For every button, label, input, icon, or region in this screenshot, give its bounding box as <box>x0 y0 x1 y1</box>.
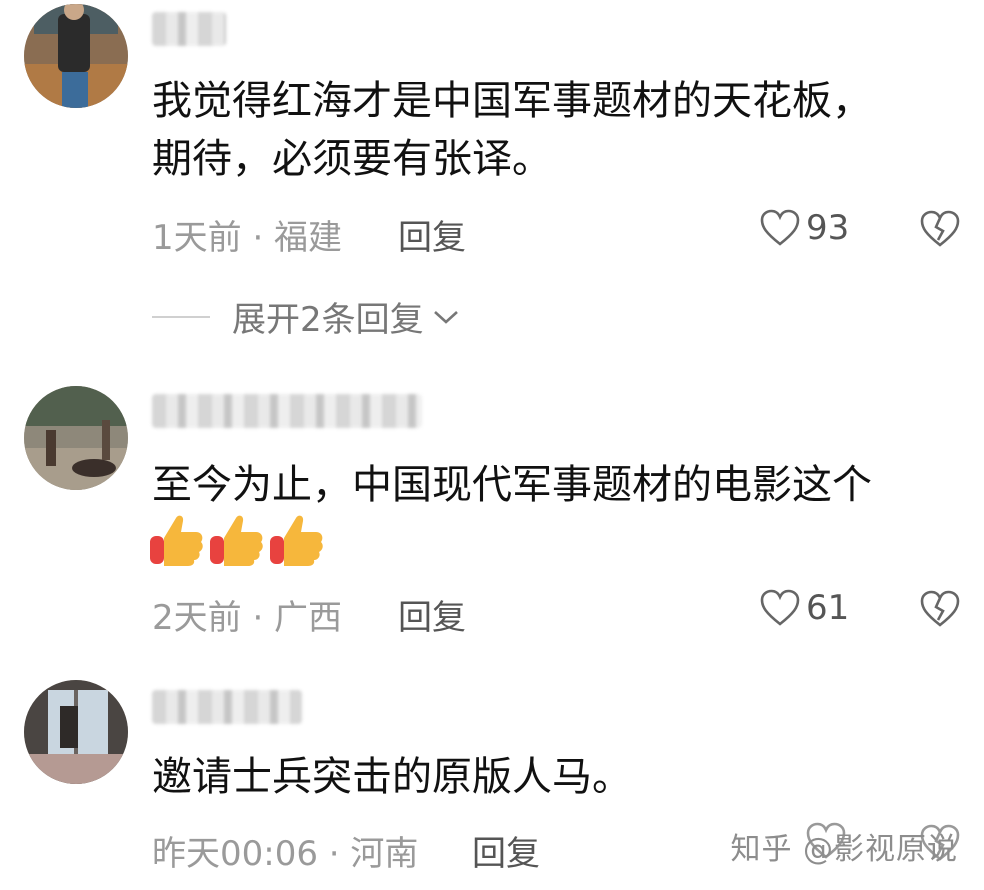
like-count: 93 <box>806 208 850 248</box>
watermark: 知乎 @影视原说 <box>730 832 958 867</box>
comment-time-location: 昨天00:06 · 河南 <box>152 834 419 874</box>
dislike-button[interactable] <box>920 210 960 252</box>
like-button[interactable]: 93 <box>760 208 849 248</box>
comment-text-line: 至今为止，中国现代军事题材的电影这个 <box>152 462 872 508</box>
broken-heart-icon <box>920 210 960 247</box>
username[interactable] <box>152 394 422 428</box>
chevron-down-icon <box>433 310 458 324</box>
expand-replies-label: 展开2条回复 <box>232 300 424 340</box>
broken-heart-icon <box>920 590 960 627</box>
comment-text: 至今为止，中国现代军事题材的电影这个 <box>152 456 872 514</box>
comment-text-line: 我觉得红海才是中国军事题材的天花板， <box>152 78 872 124</box>
expand-replies-button[interactable]: 展开2条回复 <box>152 292 460 341</box>
username[interactable] <box>152 12 226 46</box>
avatar[interactable] <box>24 4 128 108</box>
divider <box>152 315 210 318</box>
reply-button[interactable]: 回复 <box>398 590 466 639</box>
heart-icon <box>760 209 800 246</box>
thumbs-up-icon <box>150 515 203 566</box>
comment-text: 我觉得红海才是中国军事题材的天花板， 期待，必须要有张译。 <box>152 72 872 188</box>
username[interactable] <box>152 690 302 724</box>
dislike-button[interactable] <box>920 590 960 632</box>
thumbs-up-icon <box>210 515 263 566</box>
reply-button[interactable]: 回复 <box>398 210 466 259</box>
avatar[interactable] <box>24 680 128 784</box>
reply-button[interactable]: 回复 <box>472 826 540 875</box>
avatar[interactable] <box>24 386 128 490</box>
comment-time-location: 1天前 · 福建 <box>152 218 343 258</box>
like-button[interactable]: 61 <box>760 588 849 628</box>
heart-icon <box>760 589 800 626</box>
comment-text-line: 期待，必须要有张译。 <box>152 136 552 182</box>
comment-text: 邀请士兵突击的原版人马。 <box>152 748 632 806</box>
comment-text-line: 邀请士兵突击的原版人马。 <box>152 754 632 800</box>
thumbs-up-icon <box>270 515 323 566</box>
like-count: 61 <box>806 588 850 628</box>
comment-time-location: 2天前 · 广西 <box>152 598 343 638</box>
emoji-row <box>148 512 326 568</box>
